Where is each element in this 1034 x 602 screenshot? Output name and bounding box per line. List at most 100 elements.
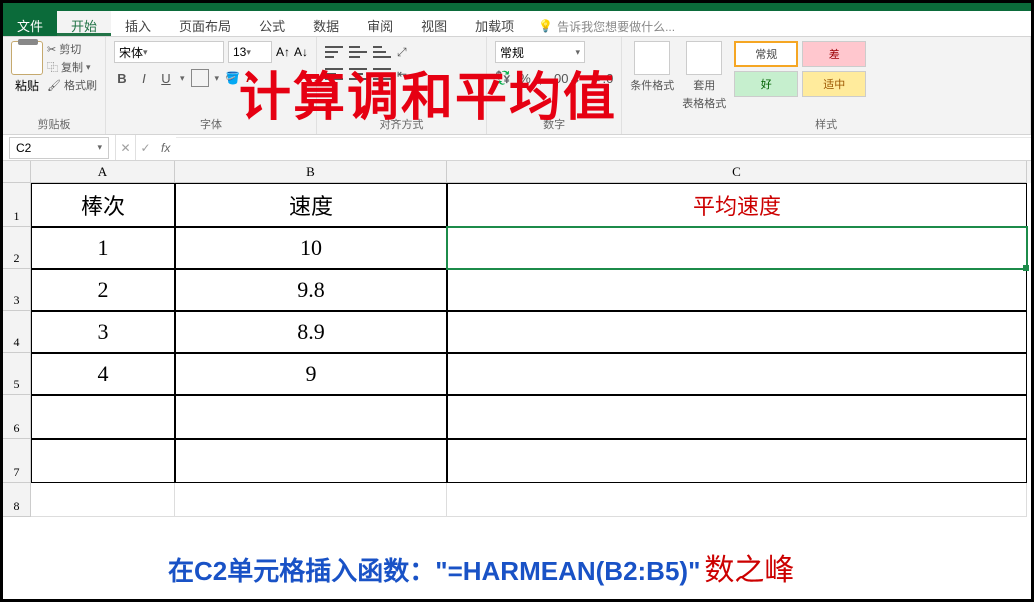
chevron-down-icon: ▾ — [215, 73, 220, 84]
align-top-button[interactable] — [325, 45, 343, 59]
row-header-1[interactable]: 1 — [3, 183, 31, 227]
cell-B8[interactable] — [175, 483, 447, 517]
cell-B5[interactable]: 9 — [175, 353, 447, 395]
number-format-value: 常规 — [500, 44, 524, 61]
row-header-7[interactable]: 7 — [3, 439, 31, 483]
cell-C3[interactable] — [447, 269, 1027, 311]
percent-button[interactable]: % — [519, 71, 531, 86]
formula-input[interactable] — [176, 137, 1031, 159]
cell-C6[interactable] — [447, 395, 1027, 439]
row-header-8[interactable]: 8 — [3, 483, 31, 517]
row-header-5[interactable]: 5 — [3, 353, 31, 395]
column-header-A[interactable]: A — [31, 161, 175, 183]
menu-file[interactable]: 文件 — [3, 11, 57, 36]
style-neutral[interactable]: 适中 — [802, 71, 866, 97]
menu-data[interactable]: 数据 — [299, 11, 353, 36]
indent-decrease-button[interactable]: ⇤ — [397, 67, 407, 81]
align-middle-button[interactable] — [349, 45, 367, 59]
indent-increase-button[interactable]: ⇥ — [413, 67, 423, 81]
align-center-button[interactable] — [349, 67, 367, 81]
cell-A6[interactable] — [31, 395, 175, 439]
conditional-format-button[interactable]: 条件格式 — [630, 41, 674, 93]
comma-button[interactable]: , — [539, 71, 543, 86]
cell-B2[interactable]: 10 — [175, 227, 447, 269]
cell-A8[interactable] — [31, 483, 175, 517]
font-size-select[interactable]: 13 ▾ — [228, 41, 272, 63]
cell-C1[interactable]: 平均速度 — [447, 183, 1027, 227]
styles-group-label: 样式 — [630, 114, 1022, 132]
cell-C5[interactable] — [447, 353, 1027, 395]
format-painter-label: 格式刷 — [64, 77, 97, 93]
style-bad[interactable]: 差 — [802, 41, 866, 67]
cell-A2[interactable]: 1 — [31, 227, 175, 269]
fill-color-button[interactable]: 🪣 — [225, 71, 240, 85]
cell-C4[interactable] — [447, 311, 1027, 353]
border-button[interactable] — [191, 69, 209, 87]
conditional-format-icon — [634, 41, 670, 75]
cell-B6[interactable] — [175, 395, 447, 439]
increase-decimal-button[interactable]: .00→ — [550, 71, 581, 86]
bold-button[interactable]: B — [114, 71, 130, 86]
menu-review[interactable]: 审阅 — [353, 11, 407, 36]
cell-A5[interactable]: 4 — [31, 353, 175, 395]
cell-A3[interactable]: 2 — [31, 269, 175, 311]
cell-B4[interactable]: 8.9 — [175, 311, 447, 353]
row-2: 2 1 10 — [3, 227, 1031, 269]
cell-A1[interactable]: 棒次 — [31, 183, 175, 227]
cell-C2[interactable] — [447, 227, 1027, 269]
cell-B7[interactable] — [175, 439, 447, 483]
row-header-6[interactable]: 6 — [3, 395, 31, 439]
row-header-3[interactable]: 3 — [3, 269, 31, 311]
column-headers: A B C — [3, 161, 1031, 183]
menu-formulas[interactable]: 公式 — [245, 11, 299, 36]
tell-me-text: 告诉我您想要做什么... — [557, 18, 675, 35]
copy-icon: ⿻ — [47, 59, 58, 75]
paste-button[interactable]: 粘贴 — [11, 41, 43, 94]
align-right-button[interactable] — [373, 67, 391, 81]
column-header-B[interactable]: B — [175, 161, 447, 183]
shrink-font-button[interactable]: A↓ — [294, 45, 308, 59]
menu-view[interactable]: 视图 — [407, 11, 461, 36]
cell-A4[interactable]: 3 — [31, 311, 175, 353]
number-format-select[interactable]: 常规▾ — [495, 41, 585, 63]
table-format-button[interactable]: 套用 表格格式 — [682, 41, 726, 111]
alignment-group-label: 对齐方式 — [325, 114, 478, 132]
cell-B1[interactable]: 速度 — [175, 183, 447, 227]
column-header-C[interactable]: C — [447, 161, 1027, 183]
row-header-2[interactable]: 2 — [3, 227, 31, 269]
currency-button[interactable]: 💱 — [495, 70, 511, 86]
align-left-button[interactable] — [325, 67, 343, 81]
cell-A7[interactable] — [31, 439, 175, 483]
menu-pagelayout[interactable]: 页面布局 — [165, 11, 245, 36]
orientation-button[interactable]: ⤢ — [397, 45, 407, 60]
cell-C7[interactable] — [447, 439, 1027, 483]
name-box[interactable]: C2▾ — [9, 137, 109, 159]
cancel-formula-button[interactable]: ✕ — [115, 135, 135, 160]
font-name-select[interactable]: 宋体 ▾ — [114, 41, 224, 63]
style-good[interactable]: 好 — [734, 71, 798, 97]
row-5: 5 4 9 — [3, 353, 1031, 395]
select-all-corner[interactable] — [3, 161, 31, 183]
grow-font-button[interactable]: A↑ — [276, 45, 290, 59]
row-header-4[interactable]: 4 — [3, 311, 31, 353]
menu-insert[interactable]: 插入 — [111, 11, 165, 36]
enter-formula-button[interactable]: ✓ — [135, 135, 155, 160]
decrease-decimal-button[interactable]: ←.0 — [589, 71, 613, 86]
fx-icon[interactable]: fx — [155, 141, 176, 155]
cell-B3[interactable]: 9.8 — [175, 269, 447, 311]
row-3: 3 2 9.8 — [3, 269, 1031, 311]
cell-C8[interactable] — [447, 483, 1027, 517]
menu-home[interactable]: 开始 — [57, 11, 111, 36]
copy-button[interactable]: ⿻复制 ▾ — [47, 59, 97, 75]
font-color-button[interactable]: A — [246, 71, 255, 85]
underline-button[interactable]: U — [158, 71, 174, 86]
tell-me[interactable]: 💡 告诉我您想要做什么... — [528, 11, 685, 36]
style-normal[interactable]: 常规 — [734, 41, 798, 67]
paste-label: 粘贴 — [15, 77, 39, 94]
menu-addins[interactable]: 加载项 — [461, 11, 528, 36]
format-painter-button[interactable]: 🖌格式刷 — [47, 77, 97, 93]
annotation-text: 在C2单元格插入函数："=HARMEAN(B2:B5)"数之峰 — [168, 545, 794, 589]
cut-button[interactable]: ✂剪切 — [47, 41, 97, 57]
italic-button[interactable]: I — [136, 71, 152, 86]
align-bottom-button[interactable] — [373, 45, 391, 59]
